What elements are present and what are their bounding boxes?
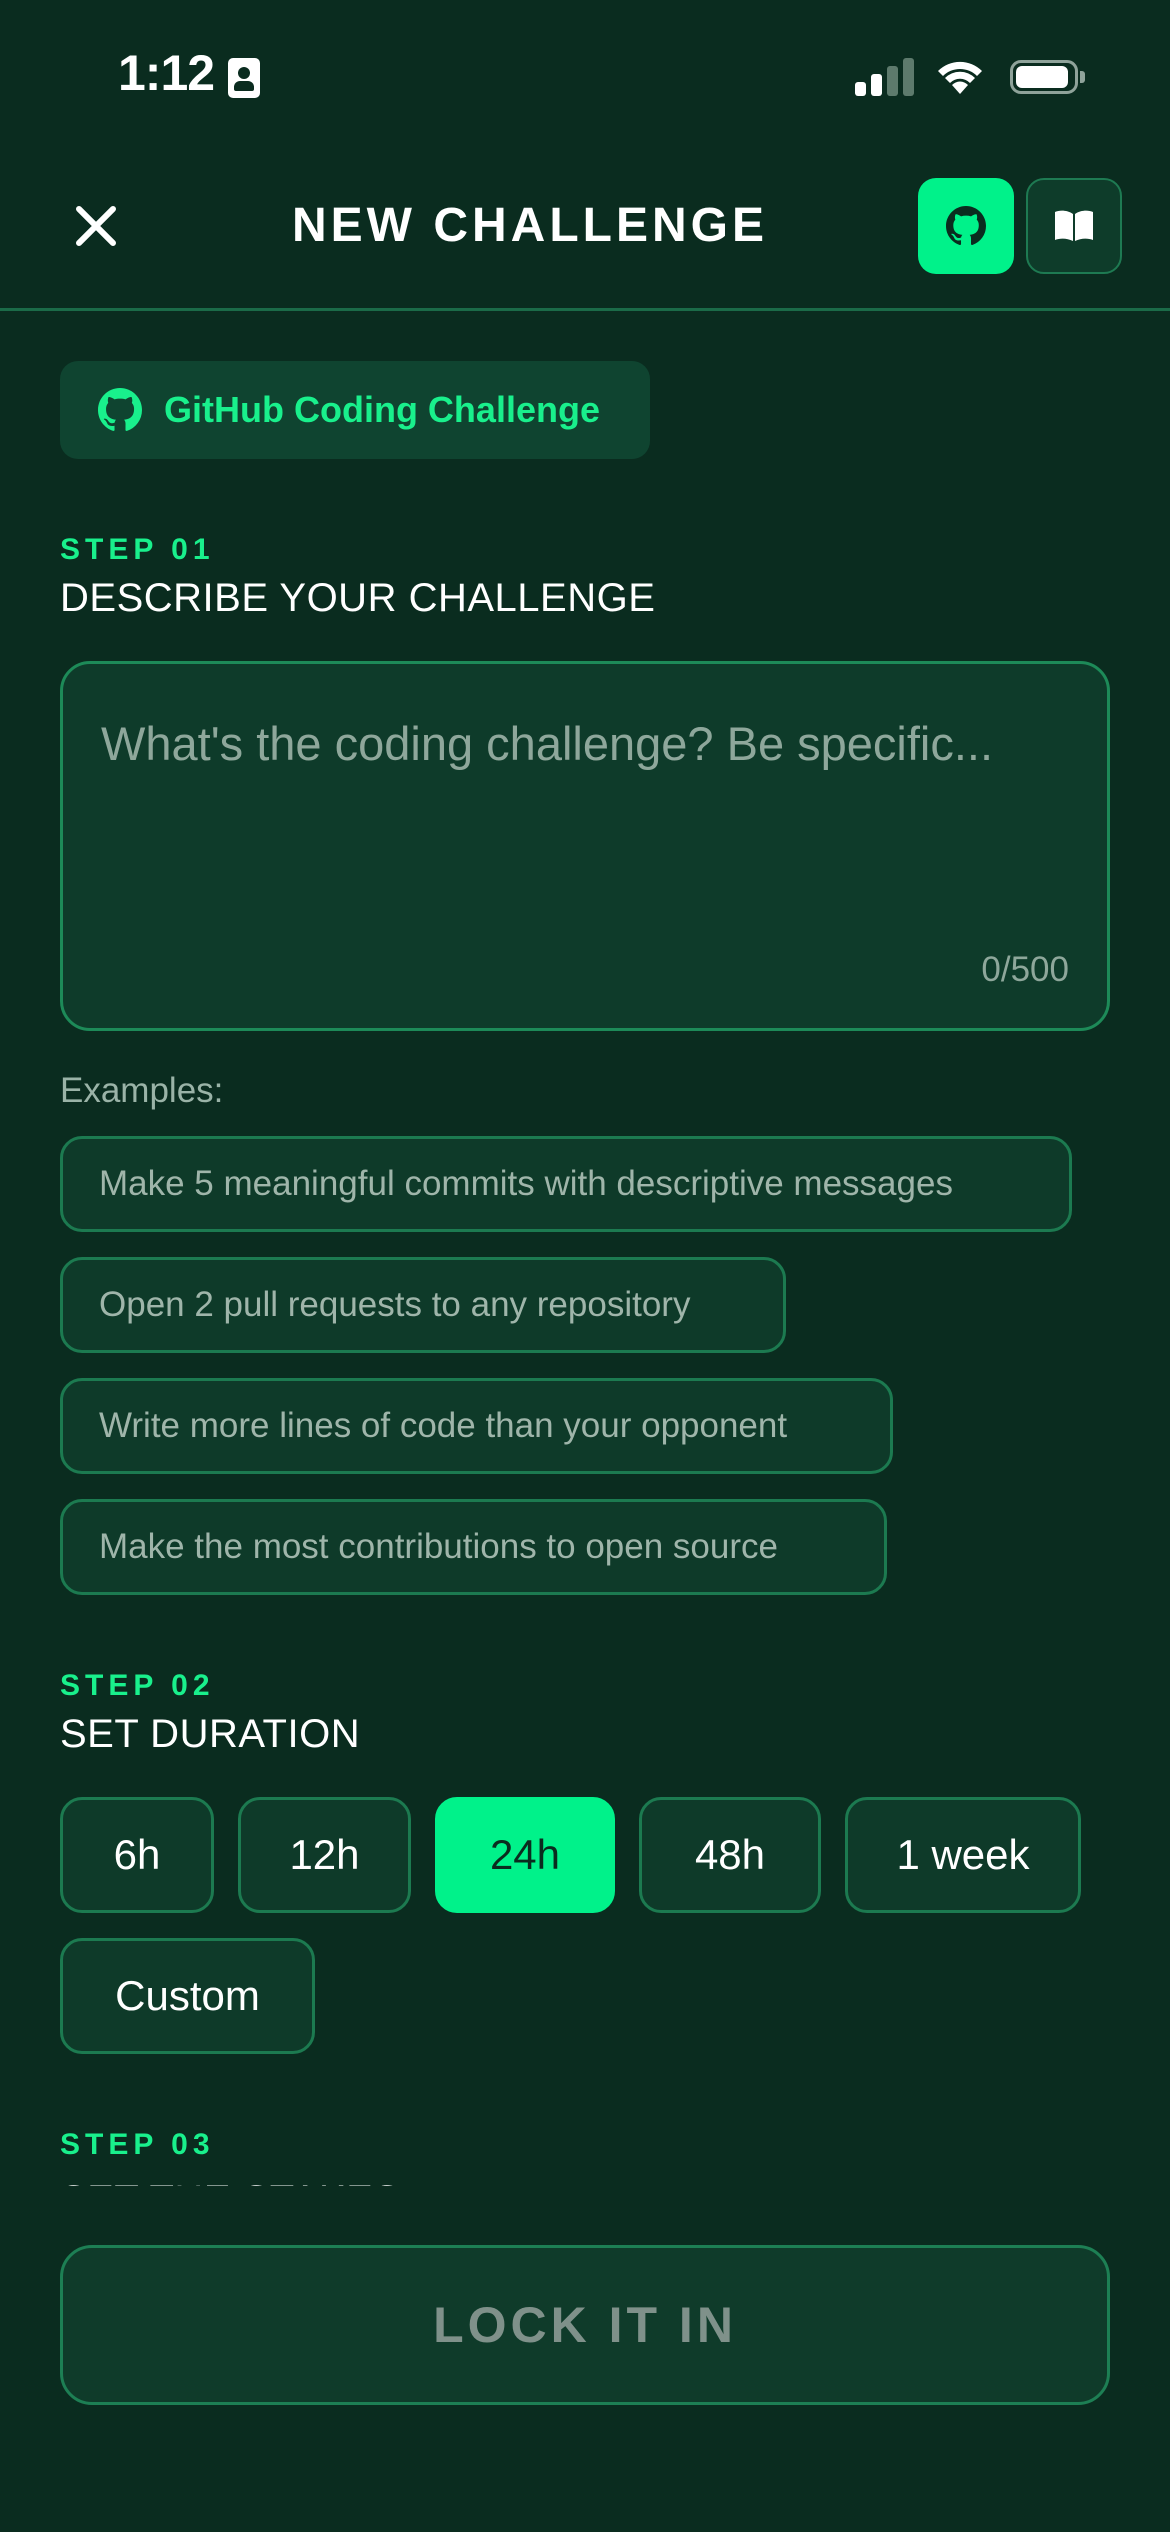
book-icon <box>1055 210 1093 241</box>
challenge-type-label: GitHub Coding Challenge <box>164 389 600 430</box>
github-icon <box>946 206 986 246</box>
example-chip[interactable]: Open 2 pull requests to any repository <box>60 1257 786 1353</box>
step-03-title: SET THE STAKES <box>60 2178 400 2186</box>
examples-label: Examples: <box>60 1071 224 1110</box>
wifi-icon <box>935 56 985 96</box>
example-chip[interactable]: Make the most contributions to open sour… <box>60 1499 887 1595</box>
cellular-signal-icon <box>855 58 915 96</box>
status-time: 1:12 <box>118 45 215 101</box>
duration-option-1-week[interactable]: 1 week <box>845 1797 1081 1913</box>
step-01-title: DESCRIBE YOUR CHALLENGE <box>60 576 656 620</box>
github-icon <box>98 388 142 431</box>
step-02-title: SET DURATION <box>60 1712 361 1756</box>
duration-option-12h[interactable]: 12h <box>238 1797 411 1913</box>
challenge-type-chip: GitHub Coding Challenge <box>60 361 650 459</box>
duration-option-custom[interactable]: Custom <box>60 1938 315 2054</box>
step-02-label: STEP 02 <box>60 1669 215 1702</box>
example-chip[interactable]: Write more lines of code than your oppon… <box>60 1378 893 1474</box>
duration-option-48h[interactable]: 48h <box>639 1797 821 1913</box>
page-title: NEW CHALLENGE <box>292 199 768 252</box>
lock-it-in-button[interactable]: LOCK IT IN <box>60 2245 1110 2405</box>
character-counter: 0/500 <box>981 950 1069 989</box>
challenge-description-input[interactable]: What's the coding challenge? Be specific… <box>60 661 1110 1031</box>
step-03-label: STEP 03 <box>60 2128 215 2161</box>
contact-card-icon <box>228 58 260 98</box>
challenge-description-placeholder: What's the coding challenge? Be specific… <box>101 717 994 770</box>
step-01-label: STEP 01 <box>60 533 215 566</box>
battery-icon <box>1010 60 1086 96</box>
step-03-section: STEP 03 SET THE STAKES <box>60 2128 760 2186</box>
duration-option-6h[interactable]: 6h <box>60 1797 214 1913</box>
guide-button[interactable] <box>1026 178 1122 274</box>
header-divider <box>0 308 1170 311</box>
github-mode-button[interactable] <box>918 178 1014 274</box>
example-chip[interactable]: Make 5 meaningful commits with descripti… <box>60 1136 1072 1232</box>
duration-option-24h[interactable]: 24h <box>435 1797 615 1913</box>
